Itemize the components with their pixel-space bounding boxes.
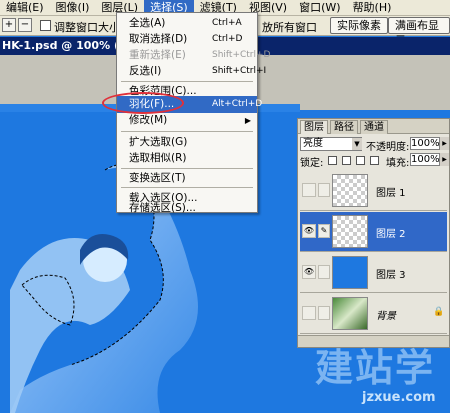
- layer-name: 图层 1: [376, 188, 406, 199]
- menu-image[interactable]: 图像(I): [50, 0, 96, 15]
- menu-item-inverse[interactable]: 反选(I) Shift+Ctrl+I: [117, 63, 266, 80]
- layer-thumbnail: [332, 297, 368, 330]
- lock-all-checkbox[interactable]: [370, 156, 379, 165]
- layer-row-selected[interactable]: 👁 ✎ 图层 2: [300, 212, 447, 252]
- layer-row[interactable]: 图层 1: [300, 171, 447, 211]
- eye-icon[interactable]: 👁: [302, 224, 316, 238]
- eye-icon[interactable]: 👁: [302, 265, 316, 279]
- menu-separator: [121, 131, 253, 132]
- lock-label: 锁定:: [300, 158, 324, 169]
- layer-name: 图层 3: [376, 270, 406, 281]
- link-icon[interactable]: [318, 265, 330, 279]
- fill-arrow-icon[interactable]: ▶: [440, 153, 449, 166]
- fit-screen-button[interactable]: 满画布显示: [388, 17, 450, 47]
- menu-item-deselect[interactable]: 取消选择(D) Ctrl+D: [117, 31, 257, 48]
- layer-name: 背景: [376, 311, 396, 322]
- link-icon[interactable]: [318, 183, 330, 197]
- lock-image-checkbox[interactable]: [342, 156, 351, 165]
- menu-item-grow[interactable]: 扩大选取(G): [117, 134, 257, 151]
- link-icon[interactable]: [318, 306, 330, 320]
- chevron-down-icon[interactable]: ▼: [352, 138, 362, 150]
- lock-transparency-checkbox[interactable]: [328, 156, 337, 165]
- resize-windows-checkbox[interactable]: [40, 20, 51, 31]
- menu-separator: [121, 81, 253, 82]
- menu-item-select-all[interactable]: 全选(A) Ctrl+A: [117, 15, 257, 32]
- watermark-url: jzxue.com: [362, 390, 436, 405]
- tab-paths[interactable]: 路径: [330, 120, 358, 134]
- submenu-arrow-icon: ▶: [244, 116, 251, 125]
- lock-position-checkbox[interactable]: [356, 156, 365, 165]
- watermark-text: 建站学: [315, 346, 436, 390]
- tab-layers[interactable]: 图层: [300, 120, 328, 134]
- menu-item-modify[interactable]: 修改(M) ▶: [117, 112, 257, 129]
- opacity-label: 不透明度:: [366, 142, 410, 153]
- menu-window[interactable]: 窗口(W): [293, 0, 346, 15]
- layer-row[interactable]: 背景 🔒: [300, 294, 447, 334]
- menu-item-save-selection[interactable]: 存储选区(S)...: [117, 202, 257, 214]
- layers-panel: 图层 路径 通道 亮度 ▼ 不透明度: 100% ▶ 锁定: 填充: 100% …: [297, 118, 450, 348]
- menu-item-transform-selection[interactable]: 变换选区(T): [117, 170, 257, 187]
- lock-icon: 🔒: [433, 307, 445, 317]
- layer-thumbnail: [332, 215, 368, 248]
- menu-separator: [121, 168, 253, 169]
- zoom-in-icon[interactable]: +: [2, 18, 16, 32]
- zoom-out-icon[interactable]: −: [18, 18, 32, 32]
- zoom-all-windows-label: 放所有窗口: [262, 21, 317, 34]
- tab-channels[interactable]: 通道: [360, 120, 388, 134]
- visibility-off-icon[interactable]: [302, 306, 316, 320]
- fill-input[interactable]: 100%: [410, 153, 440, 166]
- layer-thumbnail: [332, 174, 368, 207]
- fill-label: 填充:: [386, 158, 410, 169]
- layer-name: 图层 2: [376, 229, 406, 240]
- actual-pixels-button[interactable]: 实际像素: [330, 17, 388, 34]
- opacity-input[interactable]: 100%: [410, 137, 440, 150]
- layer-row[interactable]: 👁 图层 3: [300, 253, 447, 293]
- menu-item-reselect: 重新选择(E) Shift+Ctrl+D: [129, 49, 271, 61]
- annotation-ellipse: [102, 92, 184, 114]
- layer-thumbnail: [332, 256, 368, 289]
- brush-icon[interactable]: ✎: [318, 224, 330, 238]
- opacity-arrow-icon[interactable]: ▶: [440, 137, 449, 150]
- menu-edit[interactable]: 编辑(E): [0, 0, 50, 15]
- menu-help[interactable]: 帮助(H): [347, 0, 398, 15]
- menu-item-similar[interactable]: 选取相似(R): [117, 150, 257, 167]
- panel-tabs: 图层 路径 通道: [298, 119, 449, 134]
- menu-separator: [121, 187, 253, 188]
- visibility-off-icon[interactable]: [302, 183, 316, 197]
